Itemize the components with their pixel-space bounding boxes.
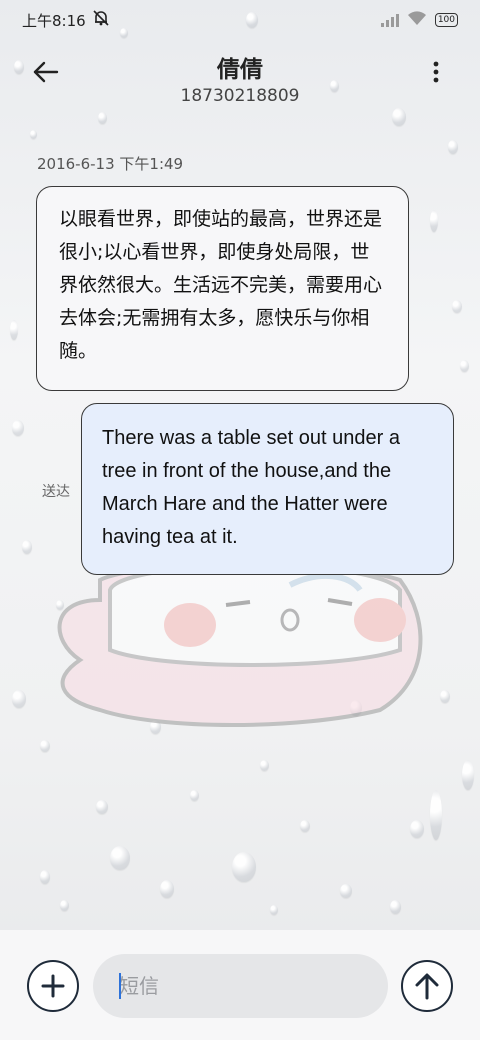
wifi-icon (407, 10, 427, 30)
battery-icon: 100 (434, 13, 458, 27)
add-attachment-button[interactable] (27, 960, 79, 1012)
plus-icon (41, 974, 65, 998)
contact-name: 倩倩 (217, 57, 263, 83)
arrow-up-icon (415, 973, 439, 1000)
status-bar: 上午8:16 100 (0, 0, 480, 40)
contact-number: 18730218809 (180, 86, 300, 106)
bell-off-icon (92, 9, 110, 31)
status-time: 上午8:16 (22, 11, 86, 30)
more-options-button[interactable] (422, 54, 450, 90)
text-cursor (119, 973, 121, 999)
send-button[interactable] (401, 960, 453, 1012)
incoming-message-text: 以眼看世界，即使站的最高，世界还是很小;以心看世界，即使身处局限，世界依然很大。… (59, 208, 383, 362)
outgoing-message-bubble[interactable]: There was a table set out under a tree i… (81, 403, 454, 575)
conversation-header: 倩倩 18730218809 (0, 46, 480, 116)
message-timestamp: 2016-6-13 下午1:49 (37, 155, 184, 173)
incoming-message-bubble[interactable]: 以眼看世界，即使站的最高，世界还是很小;以心看世界，即使身处局限，世界依然很大。… (36, 186, 409, 391)
message-input[interactable] (93, 954, 388, 1018)
cartoon-wallpaper-illustration (57, 563, 423, 727)
signal-icon (380, 13, 399, 27)
more-vertical-icon (433, 61, 439, 83)
message-composer (0, 930, 480, 1040)
delivery-status: 送达 (42, 484, 70, 500)
outgoing-message-text: There was a table set out under a tree i… (102, 427, 400, 548)
